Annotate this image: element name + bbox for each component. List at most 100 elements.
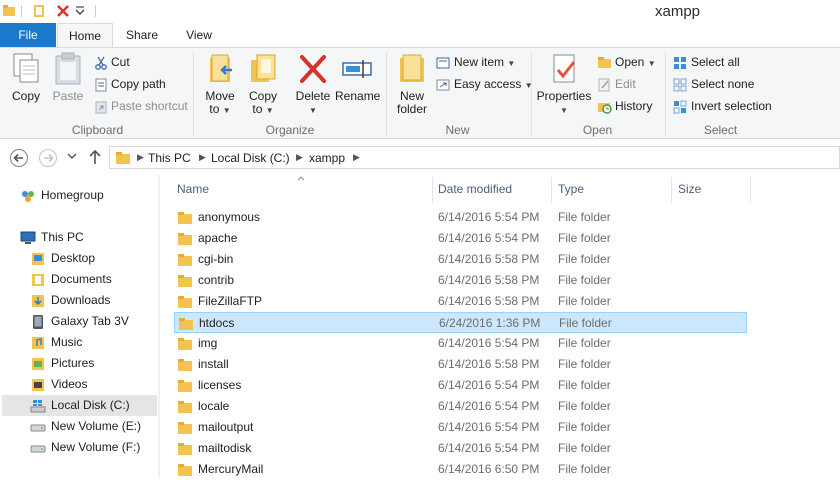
paste-shortcut-label: Paste shortcut	[111, 99, 188, 113]
edit-icon	[598, 78, 610, 92]
tab-view[interactable]: View	[177, 23, 221, 47]
file-type: File folder	[558, 210, 611, 224]
homegroup-icon	[22, 190, 34, 202]
copy-path-label: Copy path	[111, 77, 166, 91]
new-item-icon	[436, 57, 450, 69]
properties-icon[interactable]	[32, 4, 46, 18]
file-row[interactable]: apache 6/14/2016 5:54 PM File folder	[174, 228, 747, 249]
copy-path-button[interactable]: Copy path	[94, 75, 166, 93]
chevron-right-icon[interactable]: ▶	[296, 152, 303, 163]
open-button[interactable]: Open ▼	[597, 53, 656, 71]
tab-home[interactable]: Home	[57, 23, 113, 48]
properties-button[interactable]: Properties ▼	[536, 52, 592, 117]
history-button[interactable]: History	[597, 97, 652, 115]
open-label: Open	[615, 55, 645, 69]
move-to-button[interactable]: Move to ▼	[201, 52, 239, 117]
folder-icon	[178, 296, 192, 308]
select-none-button[interactable]: Select none	[673, 75, 754, 93]
breadcrumb-xampp[interactable]: xampp	[309, 151, 345, 165]
file-row[interactable]: img 6/14/2016 5:54 PM File folder	[174, 333, 747, 354]
tablet-device-icon	[33, 314, 43, 329]
music-folder-icon	[32, 336, 44, 349]
back-arrow-icon[interactable]	[9, 148, 29, 168]
file-row[interactable]: anonymous 6/14/2016 5:54 PM File folder	[174, 207, 747, 228]
new-group-label: New	[445, 123, 470, 137]
address-bar[interactable]: ▶ This PC ▶ Local Disk (C:) ▶ xampp ▶	[109, 146, 840, 169]
easy-access-button[interactable]: Easy access ▼	[436, 75, 533, 93]
folder-icon	[178, 380, 192, 392]
column-divider[interactable]	[750, 177, 751, 203]
file-name: locale	[198, 399, 230, 413]
column-divider[interactable]	[671, 177, 672, 203]
file-row[interactable]: locale 6/14/2016 5:54 PM File folder	[174, 396, 747, 417]
edit-button[interactable]: Edit	[597, 75, 636, 93]
nav-local-disk-c[interactable]: Local Disk (C:)	[2, 395, 157, 416]
nav-videos-label: Videos	[51, 377, 88, 391]
chevron-right-icon[interactable]: ▶	[137, 152, 144, 163]
up-arrow-icon[interactable]	[87, 148, 103, 166]
file-row[interactable]: htdocs 6/24/2016 1:36 PM File folder	[174, 312, 747, 333]
file-row[interactable]: cgi-bin 6/14/2016 5:58 PM File folder	[174, 249, 747, 270]
breadcrumb-this-pc[interactable]: This PC	[148, 151, 191, 165]
invert-selection-button[interactable]: Invert selection	[673, 97, 772, 115]
delete-icon[interactable]	[56, 4, 70, 18]
file-row[interactable]: FileZillaFTP 6/14/2016 5:58 PM File folder	[174, 291, 747, 312]
nav-downloads[interactable]: Downloads	[30, 290, 110, 311]
file-row[interactable]: install 6/14/2016 5:58 PM File folder	[174, 354, 747, 375]
paste-button[interactable]: Paste	[50, 52, 86, 103]
copy-to-button[interactable]: Copy to ▼	[244, 52, 282, 117]
nav-videos[interactable]: Videos	[30, 374, 87, 395]
nav-this-pc[interactable]: This PC	[20, 227, 84, 248]
column-header-type[interactable]: Type	[558, 182, 584, 196]
column-divider[interactable]	[551, 177, 552, 203]
delete-button[interactable]: Delete ▼	[293, 52, 333, 117]
select-all-label: Select all	[691, 55, 740, 69]
cut-button[interactable]: Cut	[94, 53, 130, 71]
new-folder-button[interactable]: New folder	[392, 52, 432, 116]
new-item-label: New item	[454, 55, 505, 69]
new-item-button[interactable]: New item ▼	[436, 53, 515, 71]
nav-new-volume-f[interactable]: New Volume (F:)	[30, 437, 140, 458]
folder-icon[interactable]	[2, 4, 16, 18]
copy-button[interactable]: Copy	[8, 52, 44, 103]
chevron-down-icon[interactable]	[75, 4, 85, 18]
nav-documents[interactable]: Documents	[30, 269, 112, 290]
file-name: FileZillaFTP	[198, 294, 263, 308]
forward-arrow-icon[interactable]	[38, 148, 58, 168]
clipboard-group-label: Clipboard	[71, 123, 124, 137]
file-row[interactable]: licenses 6/14/2016 5:54 PM File folder	[174, 375, 747, 396]
organize-group-label: Organize	[265, 123, 315, 137]
group-separator	[665, 52, 666, 136]
nav-pictures[interactable]: Pictures	[30, 353, 94, 374]
file-row[interactable]: mailtodisk 6/14/2016 5:54 PM File folder	[174, 438, 747, 459]
nav-homegroup-label: Homegroup	[41, 188, 104, 202]
nav-galaxy-tab[interactable]: Galaxy Tab 3V	[30, 311, 129, 332]
chevron-right-icon[interactable]: ▶	[353, 152, 360, 163]
file-row[interactable]: MercuryMail 6/14/2016 6:50 PM File folder	[174, 459, 747, 480]
select-all-button[interactable]: Select all	[673, 53, 740, 71]
file-type: File folder	[558, 231, 611, 245]
column-header-date[interactable]: Date modified	[438, 182, 512, 196]
nav-music-label: Music	[51, 335, 83, 349]
column-header-size[interactable]: Size	[678, 182, 701, 196]
rename-button[interactable]: Rename	[335, 52, 380, 103]
sort-ascending-icon	[297, 176, 305, 181]
breadcrumb-local-disk[interactable]: Local Disk (C:)	[211, 151, 290, 165]
paste-icon	[55, 52, 81, 85]
column-header-name[interactable]: Name	[177, 182, 209, 196]
nav-homegroup[interactable]: Homegroup	[20, 185, 104, 206]
tab-file[interactable]: File	[0, 23, 56, 47]
chevron-right-icon[interactable]: ▶	[199, 152, 206, 163]
file-row[interactable]: mailoutput 6/14/2016 5:54 PM File folder	[174, 417, 747, 438]
nav-new-volume-e[interactable]: New Volume (E:)	[30, 416, 141, 437]
recent-locations-chevron-icon[interactable]	[67, 153, 77, 161]
folder-icon	[178, 443, 192, 455]
file-row[interactable]: contrib 6/14/2016 5:58 PM File folder	[174, 270, 747, 291]
nav-music[interactable]: Music	[30, 332, 82, 353]
file-name: licenses	[198, 378, 242, 392]
tab-share[interactable]: Share	[118, 23, 166, 47]
paste-shortcut-button[interactable]: Paste shortcut	[94, 97, 188, 115]
column-divider[interactable]	[432, 177, 433, 203]
nav-desktop[interactable]: Desktop	[30, 248, 95, 269]
select-none-icon	[673, 78, 687, 92]
